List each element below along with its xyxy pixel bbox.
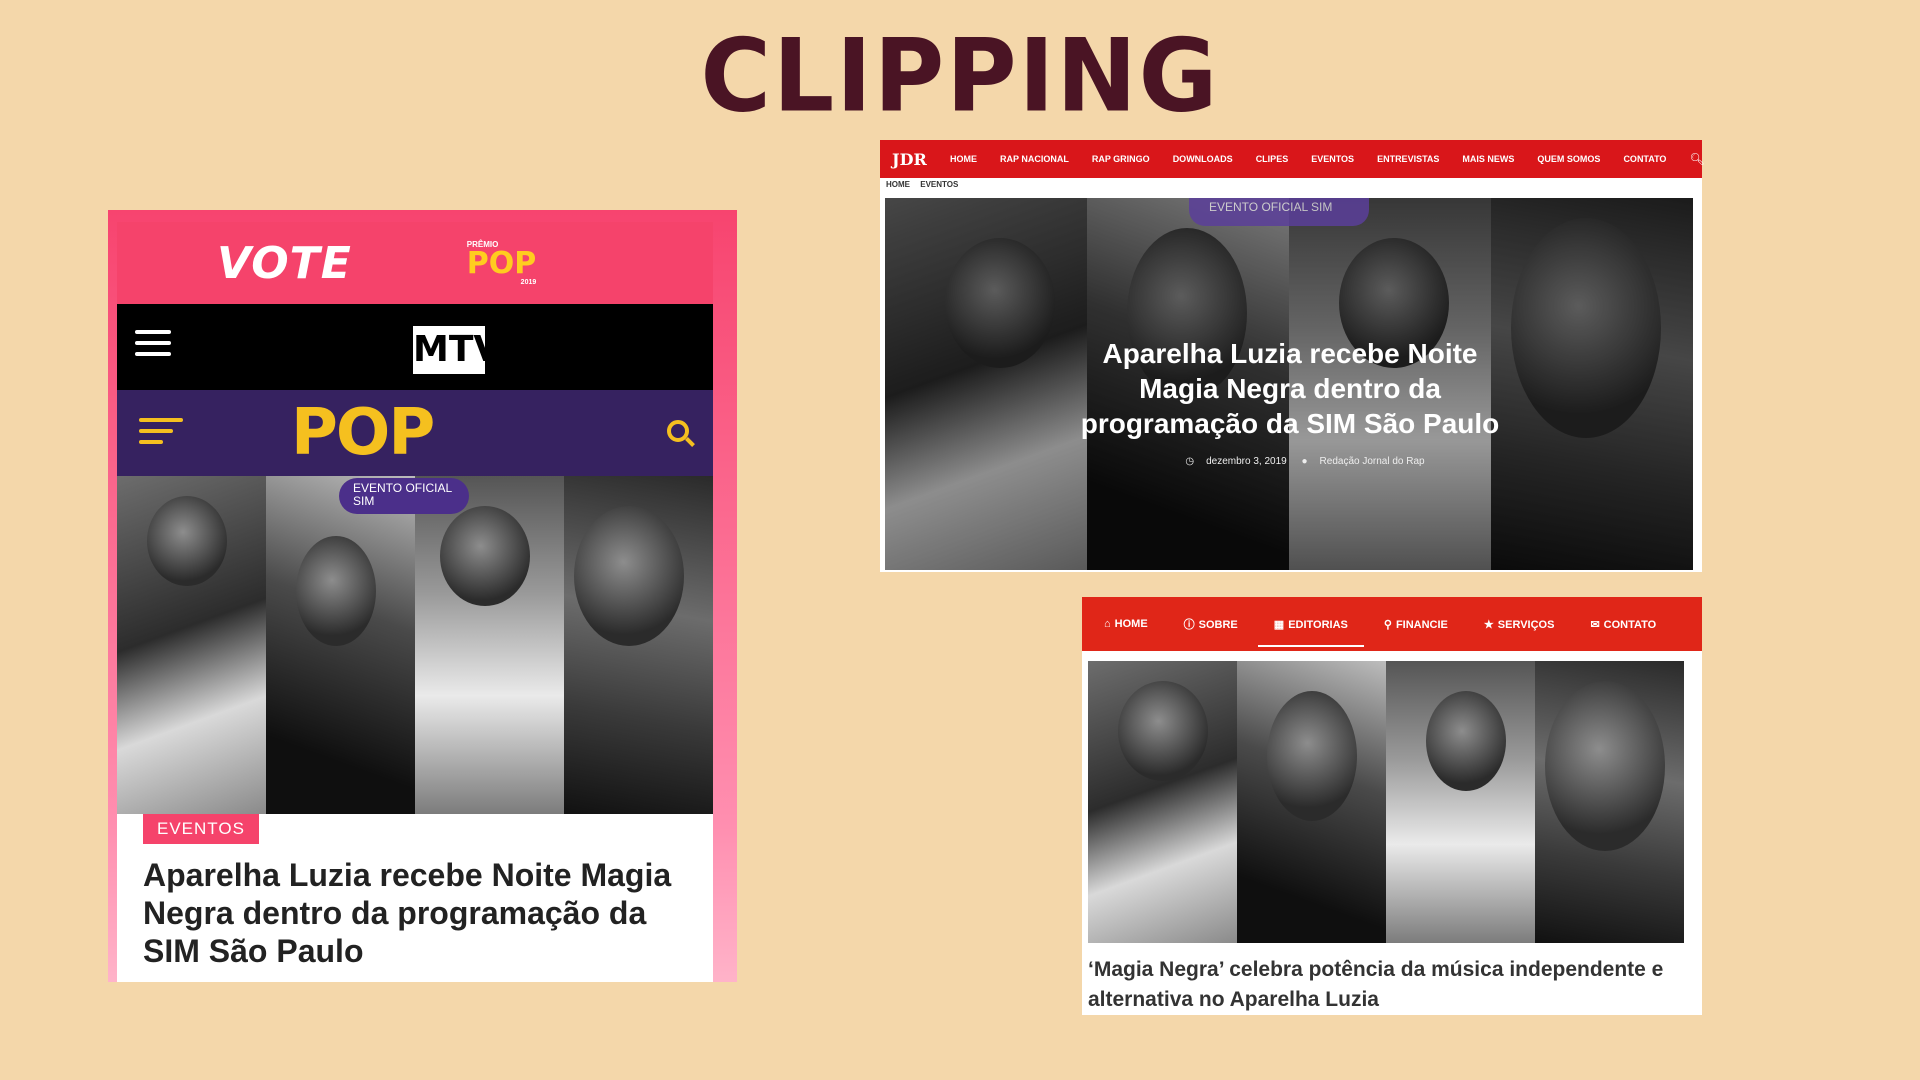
menu-lines-icon[interactable] — [139, 418, 183, 451]
nav-label: EDITORIAS — [1288, 618, 1348, 631]
nav-label: SERVIÇOS — [1497, 618, 1555, 631]
article-author[interactable]: Redação Jornal do Rap — [1320, 456, 1425, 467]
nav-item-editorias[interactable]: ▦ EDITORIAS — [1257, 618, 1364, 647]
search-icon[interactable] — [667, 420, 689, 442]
evento-oficial-badge: EVENTO OFICIAL SIM — [1189, 198, 1369, 226]
nav-item-mais-news[interactable]: MAIS NEWS — [1462, 154, 1514, 164]
key-icon: ⚲ — [1383, 618, 1392, 631]
nav-label: CONTATO — [1603, 618, 1657, 631]
vote-label: VOTE — [217, 237, 352, 289]
article-headline[interactable]: ‘Magia Negra’ celebra potência da música… — [1088, 955, 1700, 1015]
envelope-icon: ✉ — [1590, 618, 1600, 631]
site-nav: ⌂ HOME ⓘ SOBRE ▦ EDITORIAS ⚲ FINANCIE ★ SERVI… — [1082, 597, 1702, 651]
article-headline[interactable]: Aparelha Luzia recebe Noite Magia Negra … — [1065, 336, 1515, 441]
mtv-logo[interactable]: MTV — [413, 326, 501, 374]
jornal-logo[interactable]: JDR — [892, 150, 927, 169]
article-date: dezembro 3, 2019 — [1206, 456, 1287, 467]
nav-item-rap-gringo[interactable]: RAP GRINGO — [1092, 154, 1150, 164]
search-icon[interactable]: 🔍︎ — [1689, 152, 1704, 166]
nav-item-financie[interactable]: ⚲ FINANCIE — [1384, 618, 1448, 631]
article-photo — [1088, 661, 1684, 943]
article-photo: EVENTO OFICIAL SIM — [117, 476, 713, 814]
book-icon: ▦ — [1273, 618, 1285, 631]
nav-item-home[interactable]: HOME — [950, 154, 977, 164]
nav-item-clipes[interactable]: CLIPES — [1256, 154, 1289, 164]
nav-label: HOME — [1114, 618, 1148, 630]
nav-item-sobre[interactable]: ⓘ SOBRE — [1184, 616, 1238, 632]
breadcrumb: HOME EVENTOS — [880, 178, 1702, 198]
nav-item-home[interactable]: ⌂ HOME — [1104, 618, 1148, 630]
nav-label: SOBRE — [1198, 619, 1238, 631]
nav-item-contato[interactable]: CONTATO — [1623, 154, 1666, 164]
category-tag[interactable]: EVENTOS — [143, 814, 259, 844]
jornal-nav: JDR HOME RAP NACIONAL RAP GRINGO DOWNLOA… — [880, 140, 1705, 178]
info-icon: ⓘ — [1183, 619, 1195, 631]
pop-header: POP — [117, 390, 713, 476]
nav-item-servicos[interactable]: ★ SERVIÇOS — [1484, 618, 1555, 631]
premio-year: 2019 — [520, 278, 537, 286]
nav-label: FINANCIE — [1395, 618, 1448, 631]
home-icon: ⌂ — [1104, 618, 1111, 630]
clipping-jornal-do-rap: JDR HOME RAP NACIONAL RAP GRINGO DOWNLOA… — [880, 140, 1705, 572]
mtv-header: MTV — [117, 304, 713, 390]
star-icon: ★ — [1483, 618, 1494, 631]
nav-item-contato[interactable]: ✉ CONTATO — [1590, 618, 1656, 631]
article-headline[interactable]: Aparelha Luzia recebe Noite Magia Negra … — [143, 856, 693, 970]
breadcrumb-home[interactable]: HOME — [886, 180, 910, 189]
breadcrumb-eventos[interactable]: EVENTOS — [920, 180, 958, 189]
nav-item-downloads[interactable]: DOWNLOADS — [1173, 154, 1233, 164]
user-icon: ● — [1301, 456, 1308, 467]
premio-pop-logo: PRÊMIO POP 2019 — [466, 240, 537, 286]
page-title: CLIPPING — [700, 17, 1220, 135]
nav-item-entrevistas[interactable]: ENTREVISTAS — [1377, 154, 1439, 164]
nav-item-quem-somos[interactable]: QUEM SOMOS — [1537, 154, 1600, 164]
nav-item-eventos[interactable]: EVENTOS — [1311, 154, 1354, 164]
mtv-pop-screenshot: VOTE PRÊMIO POP 2019 MTV POP EVENTO OFIC… — [117, 222, 713, 982]
hamburger-menu-icon[interactable] — [135, 330, 171, 363]
clock-icon: ◷ — [1185, 456, 1195, 467]
pop-logo[interactable]: POP — [291, 396, 435, 470]
clipping-site-editorias: ⌂ HOME ⓘ SOBRE ▦ EDITORIAS ⚲ FINANCIE ★ SERVI… — [1082, 597, 1702, 1015]
evento-oficial-badge: EVENTO OFICIAL SIM — [339, 478, 469, 514]
article-meta: ◷ dezembro 3, 2019 ● Redação Jornal do Rap — [1175, 456, 1435, 467]
clipping-mtv-pop: VOTE PRÊMIO POP 2019 MTV POP EVENTO OFIC… — [108, 210, 737, 982]
article-hero-photo: EVENTO OFICIAL SIM Aparelha Luzia recebe… — [885, 198, 1693, 570]
nav-item-rap-nacional[interactable]: RAP NACIONAL — [1000, 154, 1069, 164]
vote-banner[interactable]: VOTE PRÊMIO POP 2019 — [117, 222, 713, 304]
premio-name: POP — [466, 245, 537, 281]
